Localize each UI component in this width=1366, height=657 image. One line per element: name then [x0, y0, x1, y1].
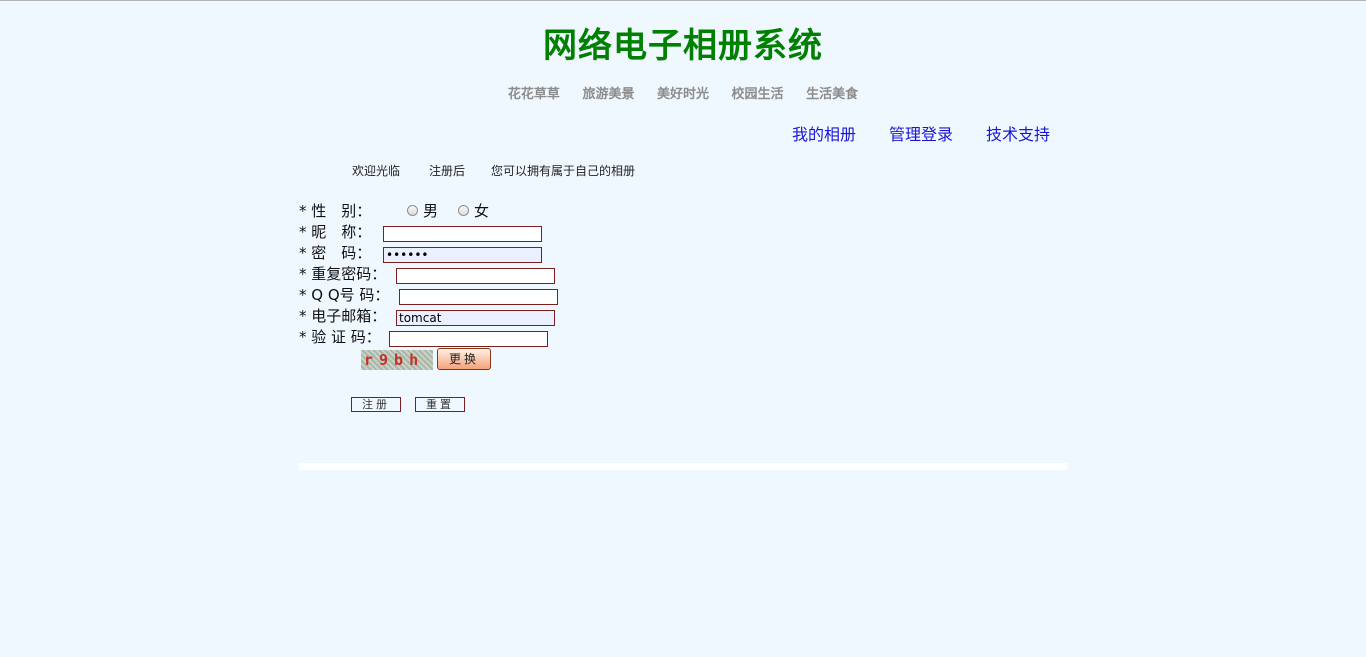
tech-support-link[interactable]: 技术支持 — [986, 124, 1050, 146]
nickname-label: * 昵 称： — [299, 223, 372, 241]
top-links: 我的相册 管理登录 技术支持 — [770, 124, 1070, 146]
gender-female-radio[interactable] — [458, 205, 469, 216]
my-album-link[interactable]: 我的相册 — [792, 124, 856, 146]
top-border — [0, 0, 1366, 1]
welcome-text: 欢迎光临 — [352, 164, 401, 178]
password-row: * 密 码： — [299, 243, 371, 263]
qq-label: * Q Q号 码： — [299, 286, 390, 304]
email-input[interactable] — [396, 310, 555, 326]
category-flowers[interactable]: 花花草草 — [508, 87, 560, 102]
captcha-input[interactable] — [389, 331, 548, 347]
gender-male-radio[interactable] — [407, 205, 418, 216]
admin-login-link[interactable]: 管理登录 — [889, 124, 953, 146]
captcha-image: r9bh — [361, 350, 433, 370]
repeat-password-row: * 重复密码： — [299, 264, 386, 284]
gender-male-label: 男 — [423, 202, 439, 220]
captcha-row: * 验 证 码： — [299, 327, 381, 347]
gender-label: * 性 别： — [299, 202, 372, 220]
welcome-album-text: 您可以拥有属于自己的相册 — [491, 164, 636, 178]
email-row: * 电子邮箱： — [299, 306, 386, 326]
change-captcha-button[interactable]: 更换 — [437, 348, 491, 370]
nickname-input[interactable] — [383, 226, 542, 242]
reset-button[interactable]: 重置 — [415, 397, 465, 412]
password-label: * 密 码： — [299, 244, 372, 262]
welcome-register-text: 注册后 — [429, 164, 466, 178]
repeat-password-input[interactable] — [396, 268, 555, 284]
footer-bar — [299, 463, 1067, 470]
gender-row: * 性 别： — [299, 201, 371, 221]
password-input[interactable] — [383, 247, 542, 263]
category-good-times[interactable]: 美好时光 — [657, 87, 709, 102]
qq-row: * Q Q号 码： — [299, 285, 389, 305]
nickname-row: * 昵 称： — [299, 222, 371, 242]
repeat-password-label: * 重复密码： — [299, 265, 387, 283]
category-food[interactable]: 生活美食 — [806, 87, 858, 102]
category-campus[interactable]: 校园生活 — [732, 87, 784, 102]
qq-input[interactable] — [399, 289, 558, 305]
category-travel[interactable]: 旅游美景 — [582, 87, 634, 102]
category-nav: 花花草草 旅游美景 美好时光 校园生活 生活美食 — [0, 86, 1366, 104]
register-button[interactable]: 注册 — [351, 397, 401, 412]
email-label: * 电子邮箱： — [299, 307, 387, 325]
captcha-label: * 验 证 码： — [299, 328, 381, 346]
site-title: 网络电子相册系统 — [543, 26, 823, 66]
gender-female-label: 女 — [474, 202, 490, 220]
